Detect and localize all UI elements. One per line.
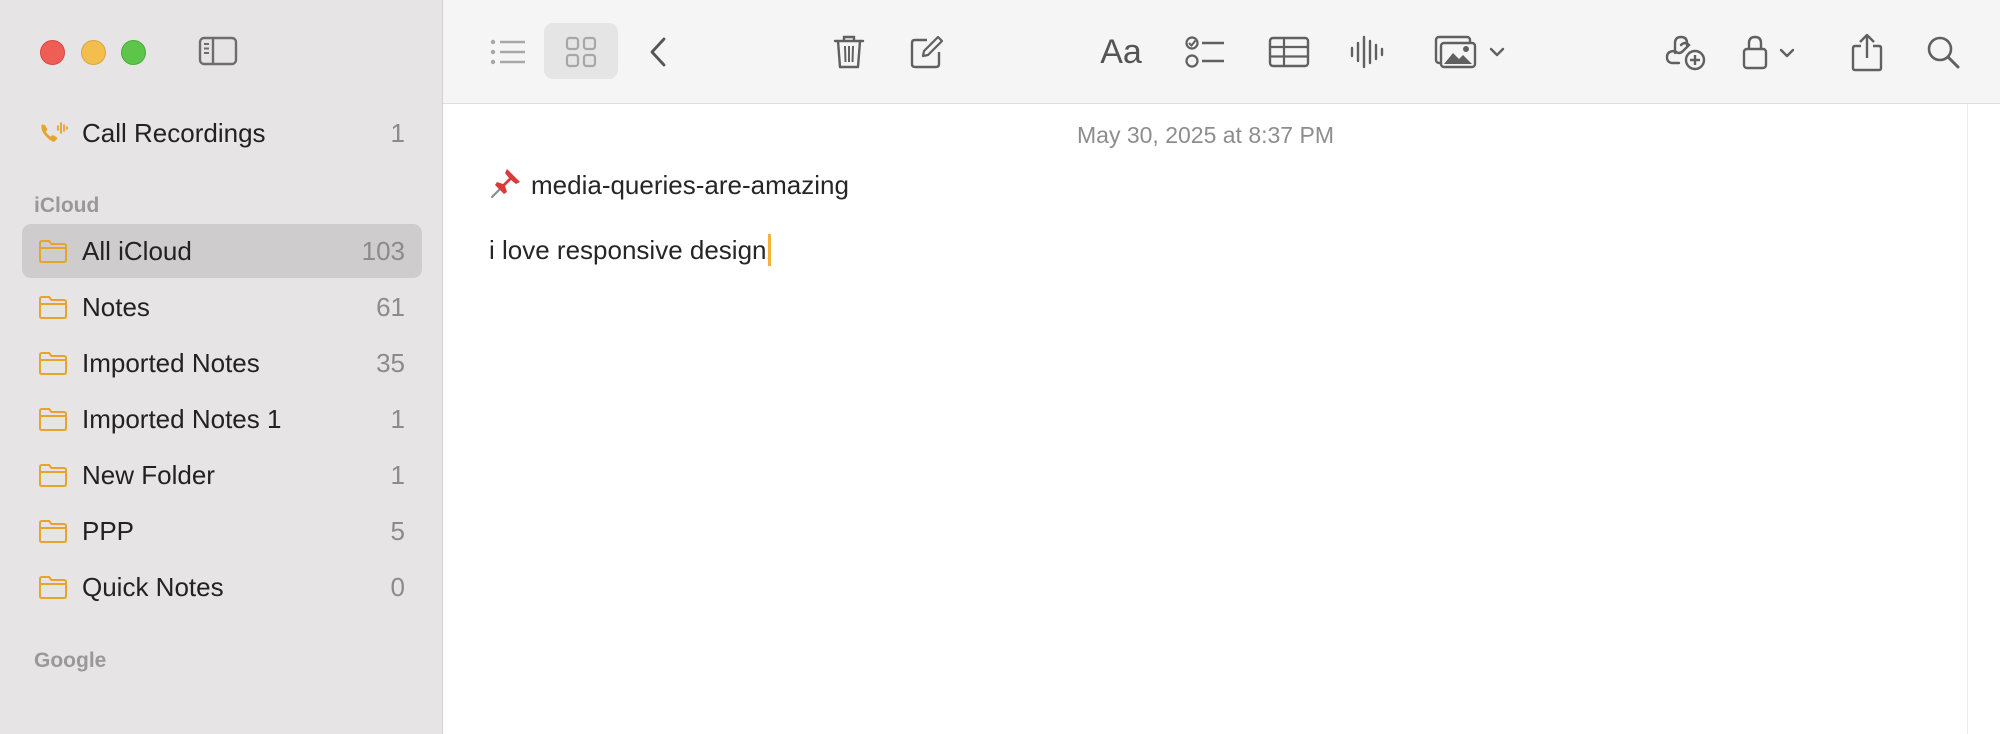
note-date: May 30, 2025 at 8:37 PM	[1077, 122, 1334, 148]
sidebar-item-ppp[interactable]: PPP 5	[22, 504, 422, 558]
sidebar-item-label: Call Recordings	[82, 117, 266, 148]
sidebar-item-count: 0	[390, 571, 405, 602]
sidebar-item-imported-notes-1[interactable]: Imported Notes 1 1	[22, 392, 422, 446]
media-icon[interactable]	[1432, 30, 1512, 74]
search-icon[interactable]	[1923, 30, 1963, 74]
sidebar-item-label: Quick Notes	[82, 571, 224, 602]
sidebar-item-imported-notes[interactable]: Imported Notes 35	[22, 336, 422, 390]
sidebar-item-count: 103	[361, 235, 405, 266]
sidebar-item-notes[interactable]: Notes 61	[22, 280, 422, 334]
audio-waveform-icon[interactable]	[1344, 30, 1390, 74]
compose-icon[interactable]	[905, 30, 949, 74]
list-view-icon[interactable]	[483, 30, 533, 74]
sidebar-item-label: Imported Notes	[82, 347, 260, 378]
sidebar-item-count: 35	[376, 347, 405, 378]
sidebar-item-count: 1	[390, 403, 405, 434]
folder-icon	[38, 350, 68, 376]
sidebar-item-label: PPP	[82, 515, 135, 546]
minimize-button[interactable]	[81, 40, 106, 65]
note-body-text: i love responsive design	[489, 235, 767, 265]
sidebar-item-call-recordings[interactable]: Call Recordings 1	[22, 106, 422, 160]
share-icon[interactable]	[1847, 30, 1887, 74]
sidebar-item-count: 1	[390, 459, 405, 490]
sidebar-item-count: 61	[376, 291, 405, 322]
maximize-button[interactable]	[121, 40, 146, 65]
folder-icon	[38, 518, 68, 544]
folder-icon	[38, 462, 68, 488]
gallery-view-icon[interactable]	[556, 30, 606, 74]
section-header-icloud[interactable]: iCloud	[34, 194, 99, 218]
pushpin-icon	[489, 166, 523, 200]
back-icon[interactable]	[643, 30, 673, 74]
sidebar-item-quick-notes[interactable]: Quick Notes 0	[22, 560, 422, 614]
note-title-line[interactable]: media-queries-are-amazing	[489, 166, 849, 201]
trash-icon[interactable]	[829, 30, 869, 74]
section-header-google[interactable]: Google	[34, 649, 106, 673]
format-text-icon[interactable]: Aa	[1095, 30, 1147, 74]
sidebar-item-label: New Folder	[82, 459, 215, 490]
table-icon[interactable]	[1264, 30, 1314, 74]
scrollbar[interactable]	[1967, 104, 2000, 734]
close-button[interactable]	[40, 40, 65, 65]
folder-icon	[38, 406, 68, 432]
sidebar-item-count: 5	[390, 515, 405, 546]
phone-waveform-icon	[38, 120, 68, 146]
checklist-icon[interactable]	[1180, 30, 1230, 74]
note-editor[interactable]: May 30, 2025 at 8:37 PM media-queries-ar…	[443, 104, 2000, 734]
collaborate-icon[interactable]	[1663, 30, 1709, 74]
note-body[interactable]: i love responsive design	[489, 234, 771, 266]
sidebar-item-label: Notes	[82, 291, 150, 322]
sidebar-item-label: Imported Notes 1	[82, 403, 282, 434]
note-title-text: media-queries-are-amazing	[531, 170, 849, 200]
folder-icon	[38, 574, 68, 600]
sidebar-item-all-icloud[interactable]: All iCloud 103	[22, 224, 422, 278]
sidebar-item-count: 1	[390, 117, 405, 148]
sidebar: Call Recordings 1 iCloud All iCloud 103 …	[0, 0, 443, 734]
text-cursor	[767, 234, 771, 266]
notes-window: Call Recordings 1 iCloud All iCloud 103 …	[0, 0, 2000, 734]
folder-icon	[38, 238, 68, 264]
folder-icon	[38, 294, 68, 320]
sidebar-item-new-folder[interactable]: New Folder 1	[22, 448, 422, 502]
sidebar-item-label: All iCloud	[82, 235, 192, 266]
sidebar-toggle-icon[interactable]	[198, 36, 238, 66]
toolbar: Aa	[443, 0, 2000, 104]
lock-icon[interactable]	[1739, 30, 1809, 74]
